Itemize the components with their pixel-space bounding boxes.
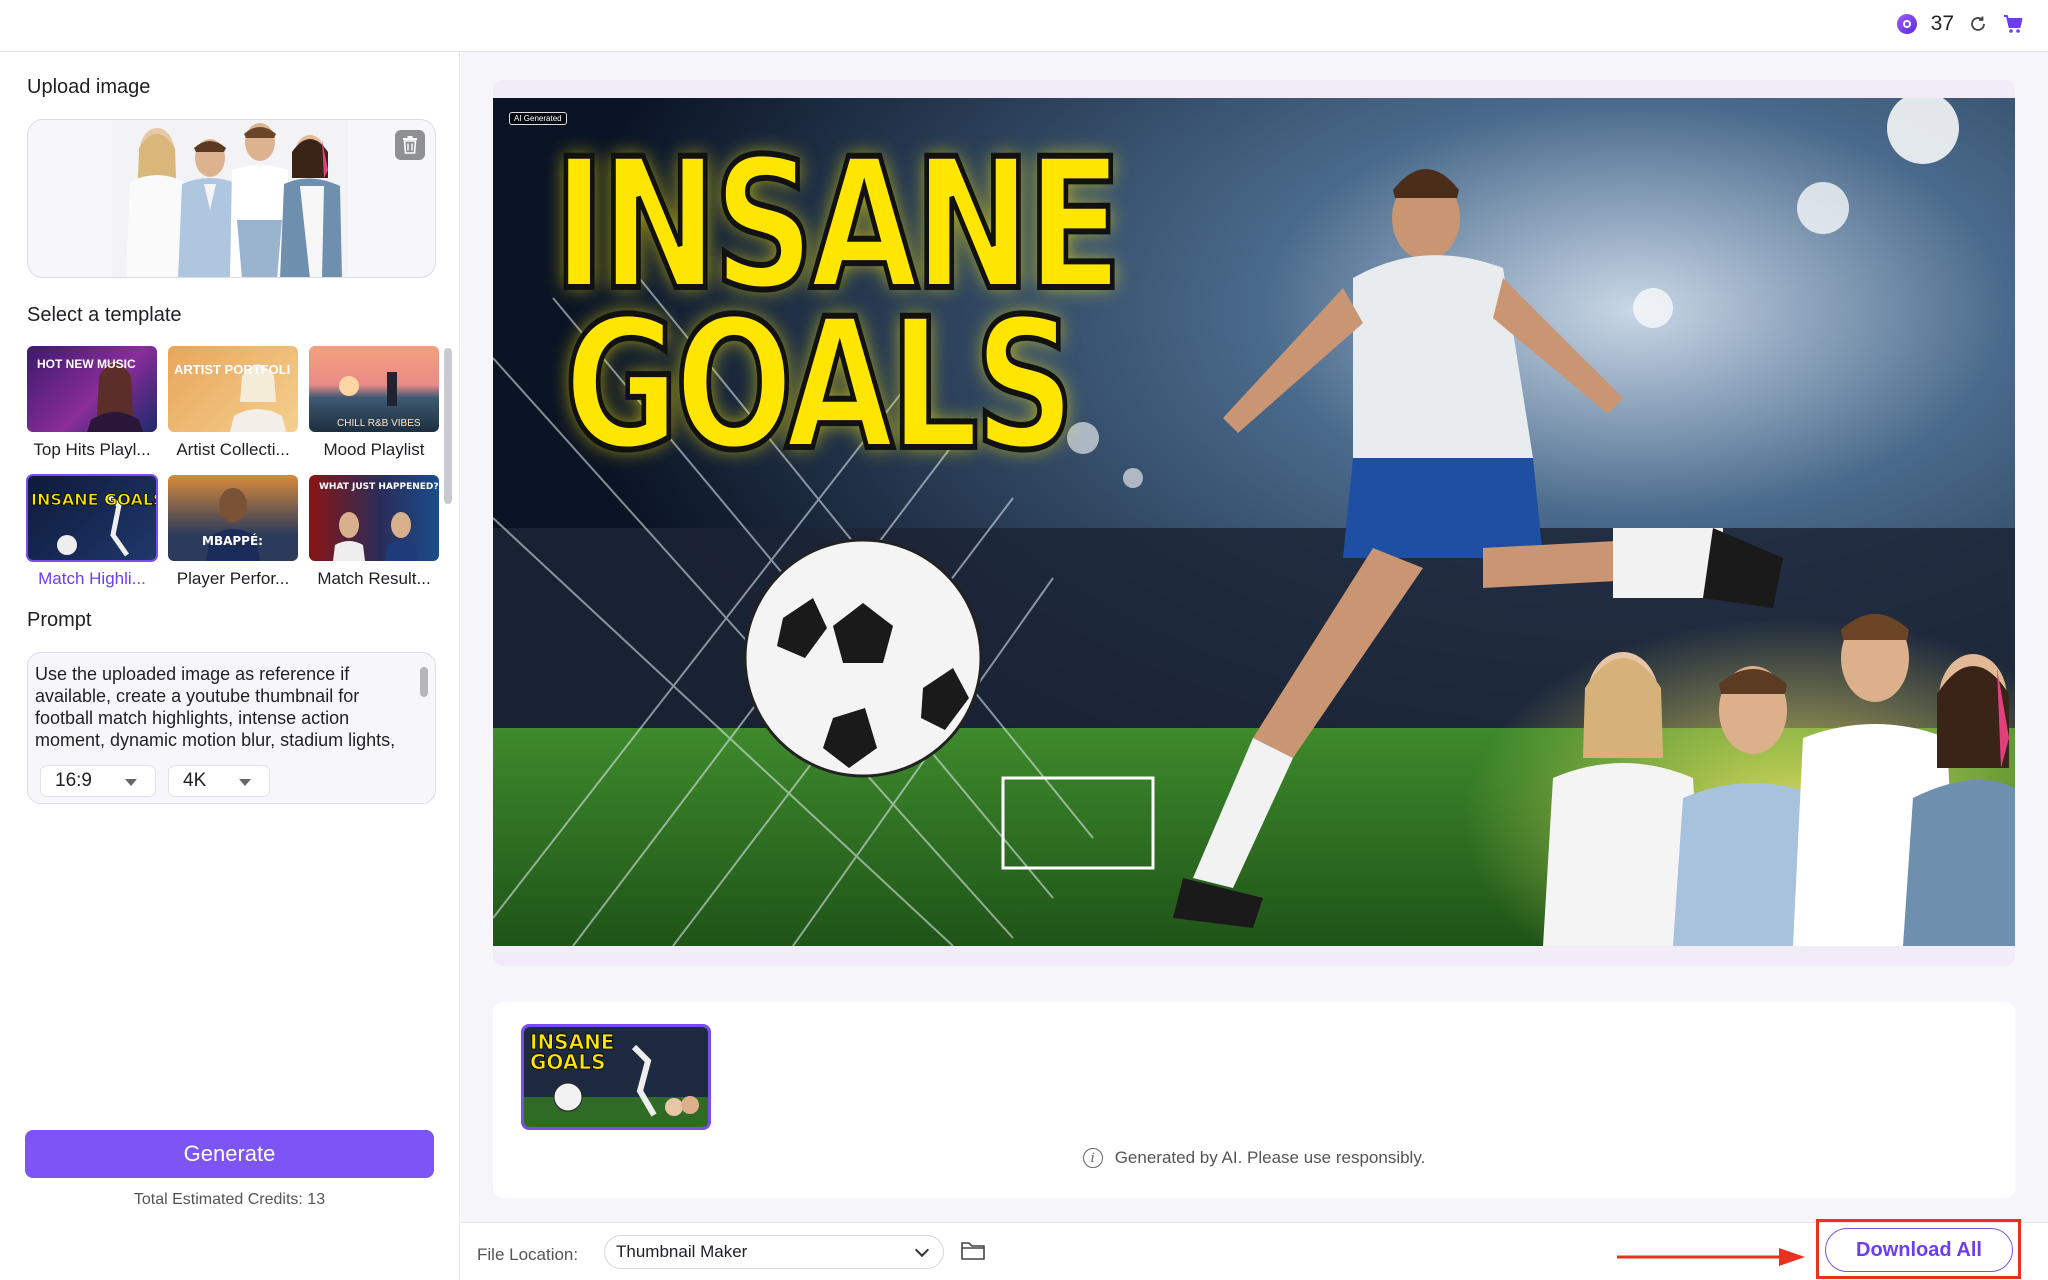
bottom-bar: File Location: Thumbnail Maker	[461, 1222, 2048, 1280]
total-credits: Total Estimated Credits: 13	[133, 1191, 326, 1208]
template-thumb-text: INSANE GOALS	[31, 490, 157, 509]
template-art: CHILL R&B VIBES	[337, 372, 421, 429]
results-gallery: INSANE GOALS i Generated by AI. Please u…	[493, 1002, 2015, 1198]
template-thumb-text: ARTIST PORTFOLI	[174, 362, 290, 377]
template-label: Player Perfor...	[176, 569, 290, 588]
template-thumb-text: WHAT JUST HAPPENED?!	[319, 482, 439, 492]
template-art: ARTIST PORTFOLI	[174, 362, 290, 432]
template-art: HOT NEW MUSIC	[37, 357, 143, 432]
template-label: Match Result...	[317, 569, 431, 588]
template-thumbnail: INSANE GOALS	[26, 474, 158, 562]
file-location-select[interactable]: Thumbnail Maker	[604, 1235, 944, 1269]
template-card-match-result[interactable]: WHAT JUST HAPPENED?! Match Result...	[309, 475, 439, 589]
resolution-select[interactable]: 4K	[168, 765, 270, 797]
credits-count: 37	[1930, 12, 1954, 35]
generate-button[interactable]: Generate	[25, 1130, 434, 1178]
template-card-top-hits[interactable]: HOT NEW MUSIC Top Hits Playl...	[27, 346, 157, 460]
template-art: WHAT JUST HAPPENED?!	[319, 482, 439, 561]
cart-icon[interactable]	[2002, 13, 2024, 35]
chevron-down-icon	[125, 779, 137, 786]
result-thumbnail-art: INSANE GOALS	[524, 1027, 708, 1127]
template-thumbnail: HOT NEW MUSIC	[27, 346, 157, 432]
template-card-player-performance[interactable]: MBAPPÉ: Player Perfor...	[168, 475, 298, 589]
template-title: Select a template	[27, 304, 182, 326]
prompt-textarea[interactable]: Use the uploaded image as reference if a…	[35, 663, 415, 751]
chevron-down-icon	[239, 779, 251, 786]
template-label: Mood Playlist	[323, 440, 425, 459]
template-thumbnail: ARTIST PORTFOLI	[168, 346, 298, 432]
upload-image-box[interactable]	[27, 119, 436, 278]
template-thumbnail: CHILL R&B VIBES	[309, 346, 439, 432]
chevron-down-icon	[914, 1242, 930, 1258]
refresh-icon[interactable]	[1968, 14, 1988, 34]
template-thumb-text: MBAPPÉ:	[202, 533, 263, 548]
ai-notice: i Generated by AI. Please use responsibl…	[493, 1148, 2015, 1168]
template-thumbnail: MBAPPÉ:	[168, 475, 298, 561]
trash-icon	[403, 136, 417, 154]
aspect-ratio-value: 16:9	[55, 770, 92, 791]
info-icon: i	[1082, 1148, 1103, 1168]
credits-area: 37	[1896, 12, 2024, 36]
template-scrollbar[interactable]	[444, 348, 452, 504]
file-location-value: Thumbnail Maker	[616, 1242, 748, 1261]
template-label: Top Hits Playl...	[33, 440, 151, 459]
template-art: MBAPPÉ:	[202, 488, 263, 561]
template-card-artist-collection[interactable]: ARTIST PORTFOLI Artist Collecti...	[168, 346, 298, 460]
annotation-arrow	[1617, 1248, 1805, 1266]
left-panel: Upload image Select a template HOT NEW M…	[0, 52, 460, 1280]
template-label: Match Highli...	[38, 569, 146, 588]
file-location-label: File Location:	[477, 1245, 579, 1264]
uploaded-photo	[112, 120, 348, 277]
delete-image-button[interactable]	[395, 130, 425, 160]
template-label: Artist Collecti...	[176, 440, 290, 459]
aspect-ratio-select[interactable]: 16:9	[40, 765, 156, 797]
thumbnail-headline: INSANE GOALS	[551, 133, 1125, 490]
result-thumb-line-2: GOALS	[530, 1050, 606, 1074]
ai-notice-text: Generated by AI. Please use responsibly.	[1114, 1148, 1426, 1167]
template-art: INSANE GOALS	[31, 490, 157, 557]
prompt-scrollbar[interactable]	[420, 667, 428, 697]
prompt-title: Prompt	[27, 609, 92, 631]
prompt-box: Use the uploaded image as reference if a…	[27, 652, 436, 804]
top-bar: 37	[0, 0, 2048, 52]
template-card-mood-playlist[interactable]: CHILL R&B VIBES Mood Playlist	[309, 346, 439, 460]
generated-preview-image[interactable]: AI Generated INSANE GOALS	[493, 98, 2015, 946]
upload-title: Upload image	[27, 76, 151, 98]
main-area: AI Generated INSANE GOALS INSANE GOALS i…	[461, 52, 2048, 1280]
download-all-button[interactable]: Download All	[1825, 1228, 2013, 1272]
folder-icon[interactable]	[960, 1239, 986, 1261]
result-thumbnail[interactable]: INSANE GOALS	[521, 1024, 711, 1130]
headline-line-2: GOALS	[562, 281, 1078, 490]
template-card-match-highlights[interactable]: INSANE GOALS Match Highli...	[26, 474, 158, 589]
template-thumb-text: HOT NEW MUSIC	[37, 357, 136, 371]
template-thumb-text: CHILL R&B VIBES	[337, 418, 421, 429]
coin-icon	[1896, 14, 1917, 34]
template-grid: HOT NEW MUSIC Top Hits Playl... ARTIST P…	[26, 346, 447, 646]
template-thumbnail: WHAT JUST HAPPENED?!	[309, 475, 439, 561]
resolution-value: 4K	[183, 770, 207, 791]
